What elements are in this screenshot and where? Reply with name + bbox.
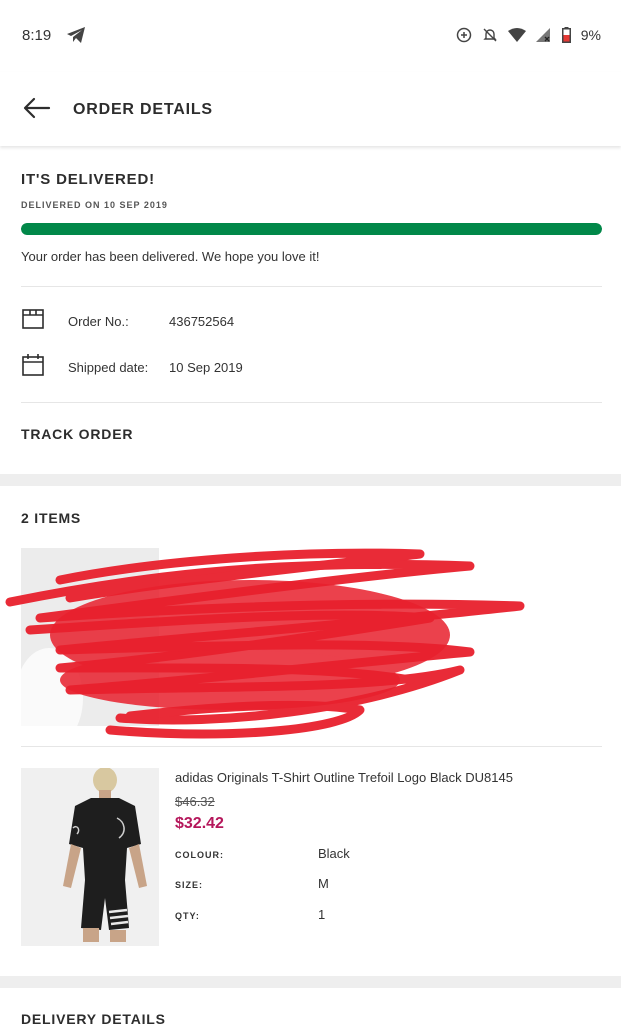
section-separator (0, 976, 621, 988)
delivery-progress-bar (21, 223, 602, 235)
status-time: 8:19 (22, 27, 52, 44)
shipped-date-row: Shipped date: 10 Sep 2019 (21, 353, 243, 382)
quantity-label: QTY: (175, 911, 200, 921)
colour-label: COLOUR: (175, 850, 224, 860)
track-order-button[interactable]: TRACK ORDER (21, 426, 133, 442)
shipped-date-label: Shipped date: (68, 359, 149, 375)
calendar-icon (21, 353, 45, 382)
status-bar: 8:19 9% (0, 0, 621, 72)
sale-price: $32.42 (175, 815, 224, 832)
shipped-date-value: 10 Sep 2019 (169, 359, 243, 375)
signal-icon (535, 28, 552, 42)
divider (21, 746, 602, 747)
page-title: ORDER DETAILS (73, 101, 213, 118)
notifications-off-icon (482, 27, 498, 43)
order-number-label: Order No.: (68, 313, 129, 329)
product-image[interactable] (21, 768, 159, 946)
divider (21, 402, 602, 403)
delivery-progress-fill (21, 223, 602, 235)
order-number-value: 436752564 (169, 313, 235, 329)
section-separator (0, 474, 621, 486)
delivered-message: Your order has been delivered. We hope y… (21, 249, 320, 264)
wifi-icon (507, 28, 526, 42)
battery-low-icon (561, 27, 571, 43)
data-saver-icon (456, 27, 472, 43)
colour-value: Black (318, 846, 350, 861)
original-price: $46.32 (175, 794, 215, 809)
telegram-send-icon (66, 26, 86, 49)
package-icon (21, 307, 45, 336)
size-label: SIZE: (175, 880, 204, 890)
product-image[interactable] (21, 548, 159, 726)
delivery-details-title: DELIVERY DETAILS (21, 1011, 166, 1027)
size-value: M (318, 876, 329, 891)
arrow-left-icon[interactable] (22, 96, 52, 120)
delivery-status-section (0, 146, 621, 474)
battery-level (563, 35, 570, 42)
order-number-row: Order No.: 436752564 (21, 307, 234, 336)
app-bar: ORDER DETAILS (0, 72, 621, 146)
battery-percent: 9% (580, 27, 601, 43)
product-name[interactable]: adidas Originals T-Shirt Outline Trefoil… (175, 770, 513, 785)
status-icons: 9% (456, 27, 601, 43)
delivered-title: IT'S DELIVERED! (21, 171, 155, 188)
divider (21, 286, 602, 287)
quantity-value: 1 (318, 907, 326, 922)
delivered-date: DELIVERED ON 10 SEP 2019 (21, 200, 168, 210)
items-count-title: 2 ITEMS (21, 510, 82, 526)
